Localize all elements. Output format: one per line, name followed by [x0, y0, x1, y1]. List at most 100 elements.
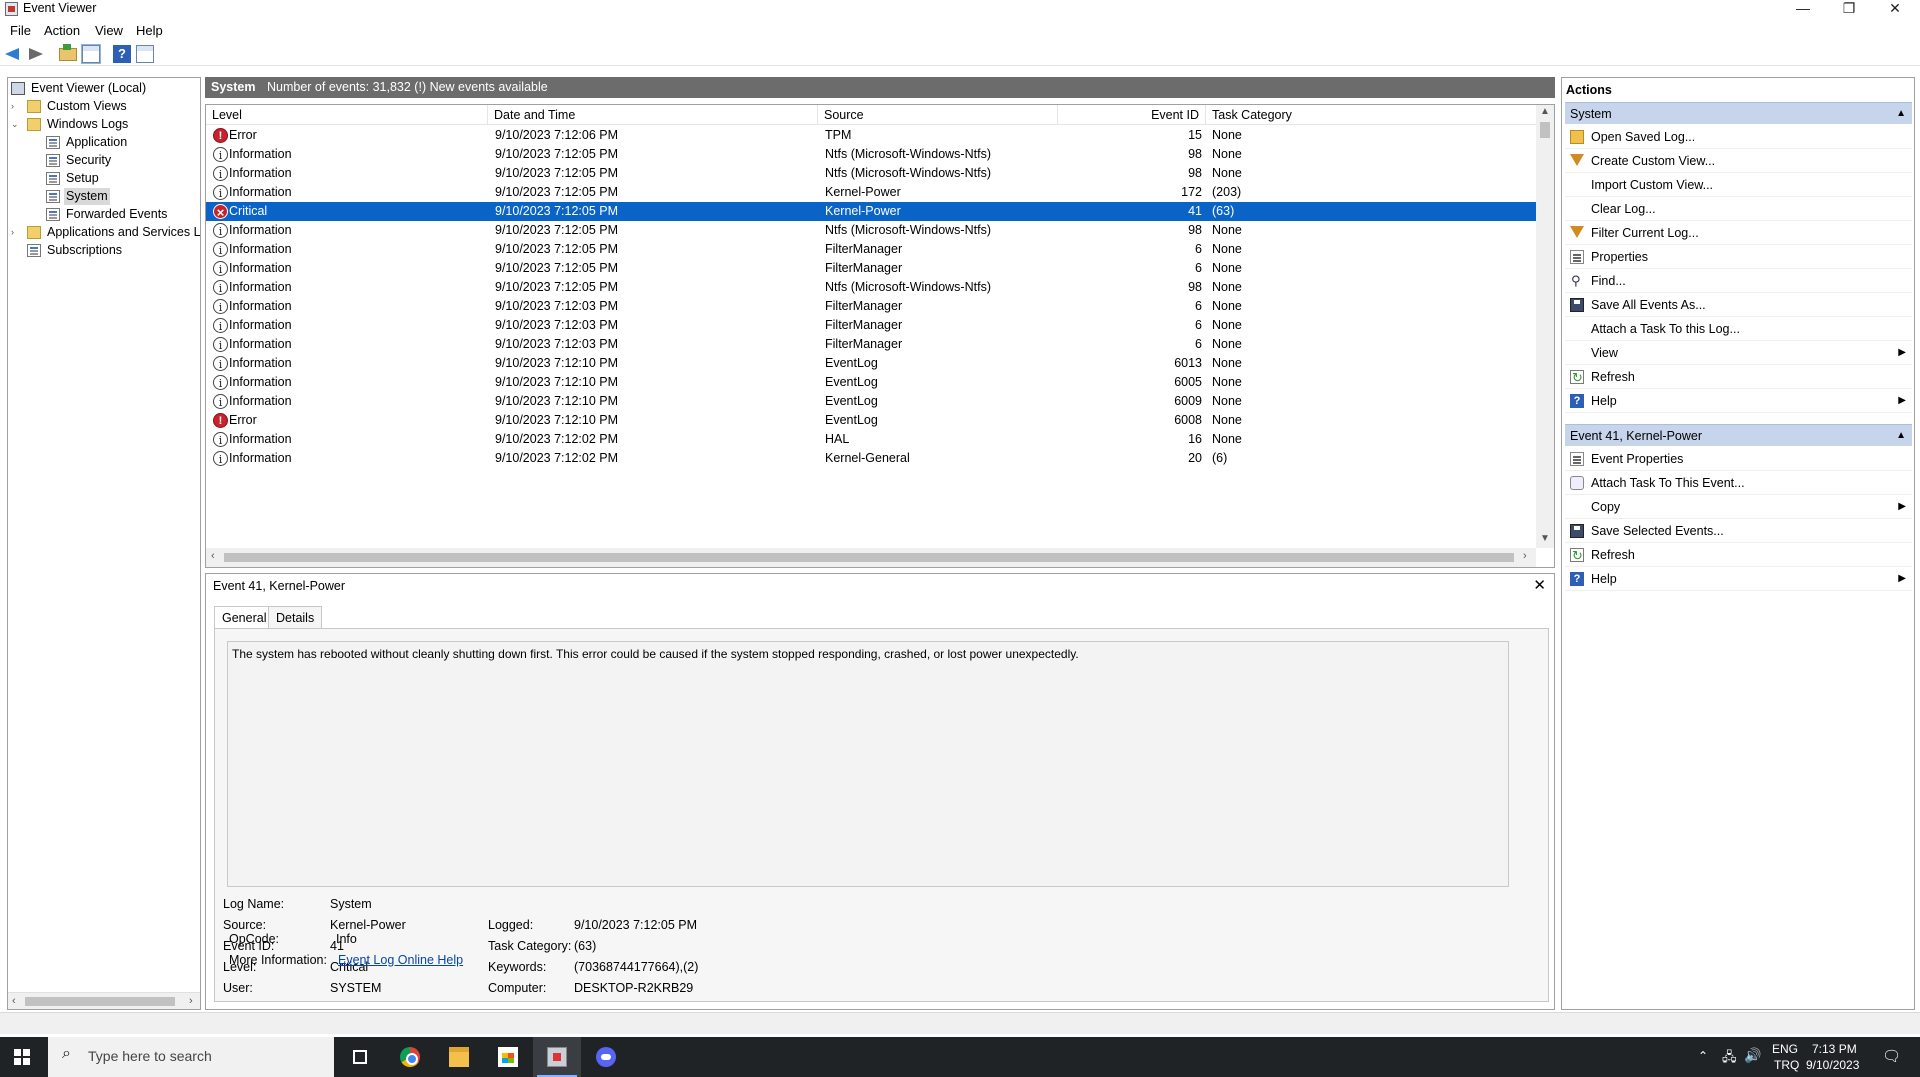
action-help[interactable]: ? Help ▶	[1565, 389, 1912, 413]
clock-time[interactable]: 7:13 PM	[1812, 1042, 1857, 1056]
scroll-right-arrow-icon[interactable]: ›	[189, 995, 193, 1007]
network-icon[interactable]: 🖧	[1722, 1048, 1737, 1070]
prop-label-task-category: Task Category:	[488, 939, 572, 953]
scroll-left-arrow-icon[interactable]: ‹	[12, 995, 16, 1007]
minimize-button[interactable]: —	[1780, 0, 1826, 18]
menu-file[interactable]: File	[10, 23, 31, 38]
action-event-properties[interactable]: Event Properties	[1565, 447, 1912, 471]
table-row[interactable]: Information 9/10/2023 7:12:05 PM Kernel-Po…	[206, 183, 1536, 203]
events-grid-horizontal-scrollbar[interactable]: ‹ ›	[206, 548, 1536, 567]
table-row[interactable]: Critical 9/10/2023 7:12:05 PM Kernel-Power…	[206, 202, 1536, 222]
back-arrow-icon[interactable]	[4, 45, 22, 63]
taskbar-chrome[interactable]	[386, 1037, 434, 1077]
action-refresh[interactable]: Refresh	[1565, 365, 1912, 390]
action-find[interactable]: Find...	[1565, 269, 1912, 293]
information-icon	[213, 184, 228, 203]
section-label: System	[1570, 107, 1612, 121]
events-grid-vertical-scrollbar[interactable]: ▲ ▼	[1536, 105, 1554, 548]
scroll-up-arrow-icon[interactable]: ▲	[1540, 106, 1550, 117]
taskbar-file-explorer[interactable]	[435, 1037, 483, 1077]
help-icon[interactable]: ?	[113, 45, 131, 63]
action-save-selected-events[interactable]: Save Selected Events...	[1565, 519, 1912, 543]
menu-help[interactable]: Help	[136, 23, 163, 38]
collapse-caret-icon[interactable]: ▲	[1896, 103, 1906, 125]
taskbar-discord[interactable]	[582, 1037, 630, 1077]
menu-action[interactable]: Action	[44, 23, 80, 38]
table-row[interactable]: Information 9/10/2023 7:12:10 PM EventLog 6…	[206, 373, 1536, 393]
column-header-source[interactable]: Source	[818, 105, 1058, 125]
keyboard-layout[interactable]: TRQ	[1774, 1058, 1799, 1072]
table-row[interactable]: Information 9/10/2023 7:12:02 PM HAL 16 None	[206, 430, 1536, 450]
action-save-all-events-as[interactable]: Save All Events As...	[1565, 293, 1912, 317]
cell-level: Information	[229, 261, 292, 275]
taskbar-search-box[interactable]: ⌕ Type here to search	[48, 1037, 334, 1077]
scroll-thumb[interactable]	[25, 997, 175, 1006]
action-view[interactable]: View ▶	[1565, 341, 1912, 365]
table-row[interactable]: Error 9/10/2023 7:12:10 PM EventLog 6008 Non…	[206, 411, 1536, 431]
action-filter-current-log[interactable]: Filter Current Log...	[1565, 221, 1912, 245]
tab-general[interactable]: General	[214, 606, 275, 629]
table-row[interactable]: Information 9/10/2023 7:12:10 PM EventLog 6…	[206, 354, 1536, 374]
table-row[interactable]: Error 9/10/2023 7:12:06 PM TPM 15 None	[206, 126, 1536, 146]
action-properties[interactable]: Properties	[1565, 245, 1912, 269]
action-open-saved-log[interactable]: Open Saved Log...	[1565, 125, 1912, 149]
column-header-level[interactable]: Level	[206, 105, 488, 125]
tab-details[interactable]: Details	[268, 606, 323, 628]
taskbar-event-viewer[interactable]	[533, 1037, 581, 1077]
expand-chevron-icon[interactable]: ›	[11, 98, 21, 115]
action-refresh[interactable]: Refresh	[1565, 543, 1912, 568]
action-help[interactable]: ? Help ▶	[1565, 567, 1912, 591]
table-row[interactable]: Information 9/10/2023 7:12:05 PM FilterMan…	[206, 240, 1536, 260]
clock-date[interactable]: 9/10/2023	[1806, 1058, 1859, 1072]
table-row[interactable]: Information 9/10/2023 7:12:05 PM Ntfs (Mic…	[206, 145, 1536, 165]
restore-button[interactable]: ❐	[1826, 0, 1872, 18]
column-header-event-id[interactable]: Event ID	[1058, 105, 1206, 125]
forward-arrow-icon[interactable]	[26, 45, 44, 63]
scroll-thumb[interactable]	[1540, 122, 1550, 138]
taskbar-store[interactable]	[484, 1037, 532, 1077]
scroll-right-arrow-icon[interactable]: ›	[1523, 550, 1527, 562]
collapse-chevron-icon[interactable]: ⌄	[11, 116, 21, 133]
cell-event-id: 6	[1195, 299, 1202, 313]
expand-chevron-icon[interactable]: ›	[11, 224, 21, 241]
actions-section-system[interactable]: System ▲	[1565, 102, 1912, 124]
table-row[interactable]: Information 9/10/2023 7:12:05 PM Ntfs (Mic…	[206, 278, 1536, 298]
table-row[interactable]: Information 9/10/2023 7:12:03 PM FilterMan…	[206, 335, 1536, 355]
event-description[interactable]: The system has rebooted without cleanly …	[227, 641, 1509, 887]
cell-task-category: None	[1212, 432, 1242, 446]
task-view-button[interactable]	[336, 1037, 384, 1077]
column-header-date-and-time[interactable]: Date and Time	[488, 105, 818, 125]
volume-icon[interactable]: 🔊	[1744, 1047, 1761, 1064]
action-copy[interactable]: Copy ▶	[1565, 495, 1912, 519]
input-language[interactable]: ENG	[1772, 1042, 1798, 1056]
action-attach-a-task-to-this-log[interactable]: Attach a Task To this Log...	[1565, 317, 1912, 341]
scroll-down-arrow-icon[interactable]: ▼	[1540, 533, 1550, 544]
table-row[interactable]: Information 9/10/2023 7:12:05 PM Ntfs (Mic…	[206, 164, 1536, 184]
show-hidden-icons-chevron-icon[interactable]: ⌃	[1698, 1049, 1708, 1063]
collapse-caret-icon[interactable]: ▲	[1896, 425, 1906, 447]
action-attach-task-to-this-event[interactable]: Attach Task To This Event...	[1565, 471, 1912, 495]
close-detail-icon[interactable]: ✕	[1533, 576, 1546, 594]
show-hide-console-tree-icon[interactable]	[81, 44, 101, 64]
table-row[interactable]: Information 9/10/2023 7:12:03 PM FilterMan…	[206, 297, 1536, 317]
windows-start-icon[interactable]	[14, 1049, 30, 1065]
action-create-custom-view[interactable]: Create Custom View...	[1565, 149, 1912, 173]
table-row[interactable]: Information 9/10/2023 7:12:10 PM EventLog 6…	[206, 392, 1536, 412]
up-folder-icon[interactable]	[59, 44, 77, 61]
table-row[interactable]: Information 9/10/2023 7:12:02 PM Kernel-Ge…	[206, 449, 1536, 469]
close-button[interactable]: ✕	[1872, 0, 1918, 18]
scroll-left-arrow-icon[interactable]: ‹	[211, 550, 215, 562]
menu-view[interactable]: View	[95, 23, 123, 38]
show-hide-action-pane-icon[interactable]	[136, 45, 154, 63]
table-row[interactable]: Information 9/10/2023 7:12:05 PM Ntfs (Mic…	[206, 221, 1536, 241]
notifications-icon[interactable]: 🗨	[1882, 1047, 1901, 1065]
table-row[interactable]: Information 9/10/2023 7:12:03 PM FilterMan…	[206, 316, 1536, 336]
scroll-thumb[interactable]	[224, 553, 1514, 562]
console-tree-horizontal-scrollbar[interactable]: ‹ ›	[8, 992, 200, 1009]
event-log-online-help-link[interactable]: Event Log Online Help	[338, 953, 463, 967]
table-row[interactable]: Information 9/10/2023 7:12:05 PM FilterMan…	[206, 259, 1536, 279]
action-import-custom-view[interactable]: Import Custom View...	[1565, 173, 1912, 197]
action-clear-log[interactable]: Clear Log...	[1565, 197, 1912, 221]
column-header-task-category[interactable]: Task Category	[1206, 105, 1536, 125]
actions-section-event[interactable]: Event 41, Kernel-Power ▲	[1565, 424, 1912, 446]
